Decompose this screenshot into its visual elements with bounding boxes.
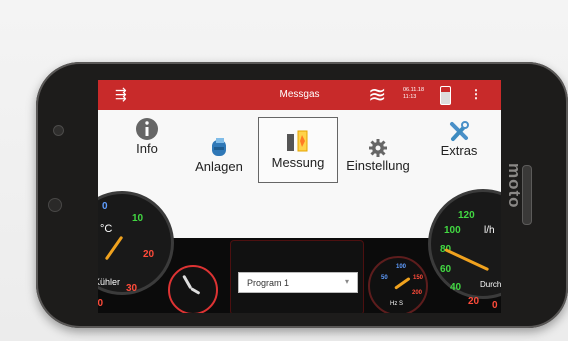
wifi-icon: ≋ <box>368 82 387 107</box>
info-icon <box>136 118 158 140</box>
program-select[interactable]: Program 1 ▾ <box>238 272 358 293</box>
left-tick-40: 40 <box>98 298 104 309</box>
top-bar: ⇶ Messgas ≋ 06.11.18 11:13 ⋮ <box>98 80 501 110</box>
menu-messung-label: Messung <box>271 155 325 170</box>
app-screen: ⇶ Messgas ≋ 06.11.18 11:13 ⋮ Info Anlage… <box>98 80 501 313</box>
program-selected-value: Program 1 <box>247 278 290 288</box>
battery-icon <box>440 86 451 105</box>
mini-unit: Hz S <box>390 301 404 307</box>
measurement-icon <box>287 130 308 152</box>
right-tick-100: 100 <box>444 225 461 236</box>
phone-brand: moto <box>505 163 524 209</box>
left-unit: °C <box>100 223 113 235</box>
menu-info[interactable]: Info <box>122 117 172 159</box>
menu-einstellung-label: Einstellung <box>346 158 410 173</box>
more-options-icon[interactable]: ⋮ <box>470 87 482 101</box>
tools-icon <box>450 121 469 141</box>
right-tick-20: 20 <box>468 296 480 307</box>
menu-anlagen-label: Anlagen <box>195 159 243 174</box>
menu-messung[interactable]: Messung <box>258 117 338 183</box>
right-unit: l/h <box>484 225 495 236</box>
phone-front-sensor <box>53 125 64 136</box>
menu-info-label: Info <box>136 141 158 156</box>
mini-tick-100: 100 <box>396 264 407 270</box>
mini-tick-50: 50 <box>381 275 388 281</box>
left-tick-10: 10 <box>132 213 144 224</box>
right-tick-60: 60 <box>440 264 452 275</box>
menu-extras-label: Extras <box>440 143 478 158</box>
gear-icon <box>369 139 387 157</box>
left-tick-30: 30 <box>126 283 138 294</box>
menu-anlagen[interactable]: Anlagen <box>190 137 248 182</box>
mini-tick-150: 150 <box>413 275 424 281</box>
menu-extras[interactable]: Extras <box>433 121 485 163</box>
right-gauge-name: Durchfl. <box>480 280 501 289</box>
phone-camera <box>48 198 62 212</box>
left-tick-20: 20 <box>143 249 155 260</box>
left-tick-0: 0 <box>102 201 108 212</box>
chevron-down-icon: ▾ <box>345 277 350 286</box>
mini-tick-200: 200 <box>412 290 423 296</box>
left-gauge-name: Kühler <box>98 277 121 287</box>
right-tick-120: 120 <box>458 210 475 221</box>
database-icon <box>212 138 226 156</box>
date-time: 06.11.18 11:13 <box>403 87 424 101</box>
date-text: 06.11.18 <box>403 87 425 93</box>
right-tick-40: 40 <box>450 282 462 293</box>
time-text: 11:13 <box>403 94 417 100</box>
menu-einstellung[interactable]: Einstellung <box>343 138 413 180</box>
right-tick-0: 0 <box>492 300 498 311</box>
